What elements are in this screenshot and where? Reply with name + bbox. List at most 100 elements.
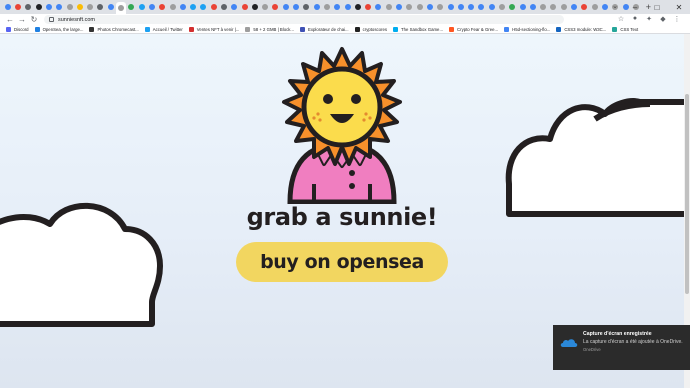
browser-tab[interactable] [199,2,209,13]
browser-tab[interactable] [188,2,198,13]
browser-tab[interactable] [538,2,548,13]
tab-favicon-icon [509,4,516,10]
browser-tab[interactable] [24,2,34,13]
tab-search-icon[interactable]: ⌄ [612,2,618,10]
back-icon[interactable]: ← [5,15,15,25]
browser-tab[interactable] [219,2,229,13]
tab-favicon-icon [468,4,475,10]
scrollbar-thumb[interactable] [685,94,689,294]
browser-tab[interactable] [435,2,445,13]
browser-tab[interactable] [343,2,353,13]
browser-tab[interactable] [600,2,610,13]
browser-tab[interactable] [394,2,404,13]
browser-tab[interactable] [353,2,363,13]
browser-tab[interactable] [446,2,456,13]
browser-tab[interactable] [281,2,291,13]
browser-tab[interactable] [250,2,260,13]
browser-tab[interactable] [106,2,116,13]
browser-tab[interactable] [271,2,281,13]
browser-tab[interactable] [518,2,528,13]
onedrive-notification[interactable]: Capture d'écran enregistrée La capture d… [553,325,690,370]
url-text[interactable]: sunniesnft.com [58,17,95,23]
tab-favicon-icon [488,4,495,10]
browser-tab[interactable] [147,2,157,13]
bookmark-item[interactable]: H5d-sectioning-flo... [504,26,550,32]
tab-favicon-icon [179,4,186,10]
browser-tab[interactable] [363,2,373,13]
browser-tab[interactable] [477,2,487,13]
bookmark-item[interactable]: cryptoscores [354,26,387,32]
browser-tab[interactable] [466,2,476,13]
browser-tab[interactable] [590,2,600,13]
browser-tab[interactable] [157,2,167,13]
bookmark-item[interactable]: Discord [6,26,29,32]
tab-favicon-icon [118,5,125,11]
bookmark-item[interactable]: CSS3 module: W3C... [556,26,606,32]
tab-favicon-icon [97,4,104,10]
browser-tab[interactable] [85,2,95,13]
browser-tab[interactable] [291,2,301,13]
maximize-button[interactable]: □ [646,0,668,14]
browser-tab[interactable] [96,2,106,13]
reload-icon[interactable]: ↻ [29,15,39,25]
browser-tab[interactable] [178,2,188,13]
bookmark-star-icon[interactable]: ☆ [616,15,626,23]
metamask-icon[interactable]: ✦ [644,15,654,23]
bookmark-item[interactable]: The Sandbox Game... [392,26,443,32]
browser-tab[interactable] [508,2,518,13]
browser-tab[interactable] [116,2,126,14]
browser-tab[interactable] [75,2,85,13]
browser-tab[interactable] [209,2,219,13]
browser-tab[interactable] [374,2,384,13]
browser-tab[interactable] [302,2,312,13]
browser-tab[interactable] [65,2,75,13]
bookmark-item[interactable]: OpenSea, the large... [34,26,84,32]
browser-tab[interactable] [34,2,44,13]
bookmark-item[interactable]: Explorateur de chai... [300,26,349,32]
extension-icon[interactable]: ● [630,15,640,23]
profile-icon[interactable]: ◆ [658,15,668,23]
bookmark-item[interactable]: Photos Chromecast... [89,26,139,32]
minimize-button[interactable]: – [624,0,646,14]
browser-tab[interactable] [127,2,137,13]
browser-tab[interactable] [549,2,559,13]
browser-tab[interactable] [13,2,23,13]
browser-tab[interactable] [240,2,250,13]
browser-tab[interactable] [137,2,147,13]
browser-tab[interactable] [425,2,435,13]
browser-tab[interactable] [456,2,466,13]
browser-tab[interactable] [559,2,569,13]
address-bar[interactable]: sunniesnft.com [44,15,564,24]
browser-tab[interactable] [333,2,343,13]
bookmark-item[interactable]: 58 + 2 GMB | Block... [245,26,294,32]
close-window-button[interactable]: ✕ [668,0,690,14]
bookmark-item[interactable]: Crypto Fear & Gree... [449,26,498,32]
bookmark-label: OpenSea, the large... [42,26,84,32]
buy-on-opensea-button[interactable]: buy on opensea [236,242,448,282]
browser-tab[interactable] [528,2,538,13]
browser-tab[interactable] [405,2,415,13]
browser-tab[interactable] [322,2,332,13]
browser-tab[interactable] [168,2,178,13]
browser-tab[interactable] [384,2,394,13]
tab-favicon-icon [159,4,166,10]
lock-icon[interactable] [49,17,54,22]
forward-icon[interactable]: → [17,15,27,25]
browser-tab[interactable] [415,2,425,13]
bookmark-item[interactable]: Ventes NFT à venir |... [188,26,239,32]
browser-tab[interactable] [260,2,270,13]
browser-tab[interactable] [312,2,322,13]
menu-icon[interactable]: ⋮ [672,15,682,23]
tab-favicon-icon [560,4,567,10]
browser-tab[interactable] [3,2,13,13]
browser-tab[interactable] [580,2,590,13]
browser-tab[interactable] [569,2,579,13]
bookmark-item[interactable]: CSS Text [612,26,638,32]
browser-tab[interactable] [497,2,507,13]
browser-tab[interactable] [487,2,497,13]
browser-tab[interactable] [54,2,64,13]
browser-tab[interactable] [230,2,240,13]
bookmark-item[interactable]: Accueil / Twitter [144,26,183,32]
tab-favicon-icon [251,4,258,10]
browser-tab[interactable] [44,2,54,13]
